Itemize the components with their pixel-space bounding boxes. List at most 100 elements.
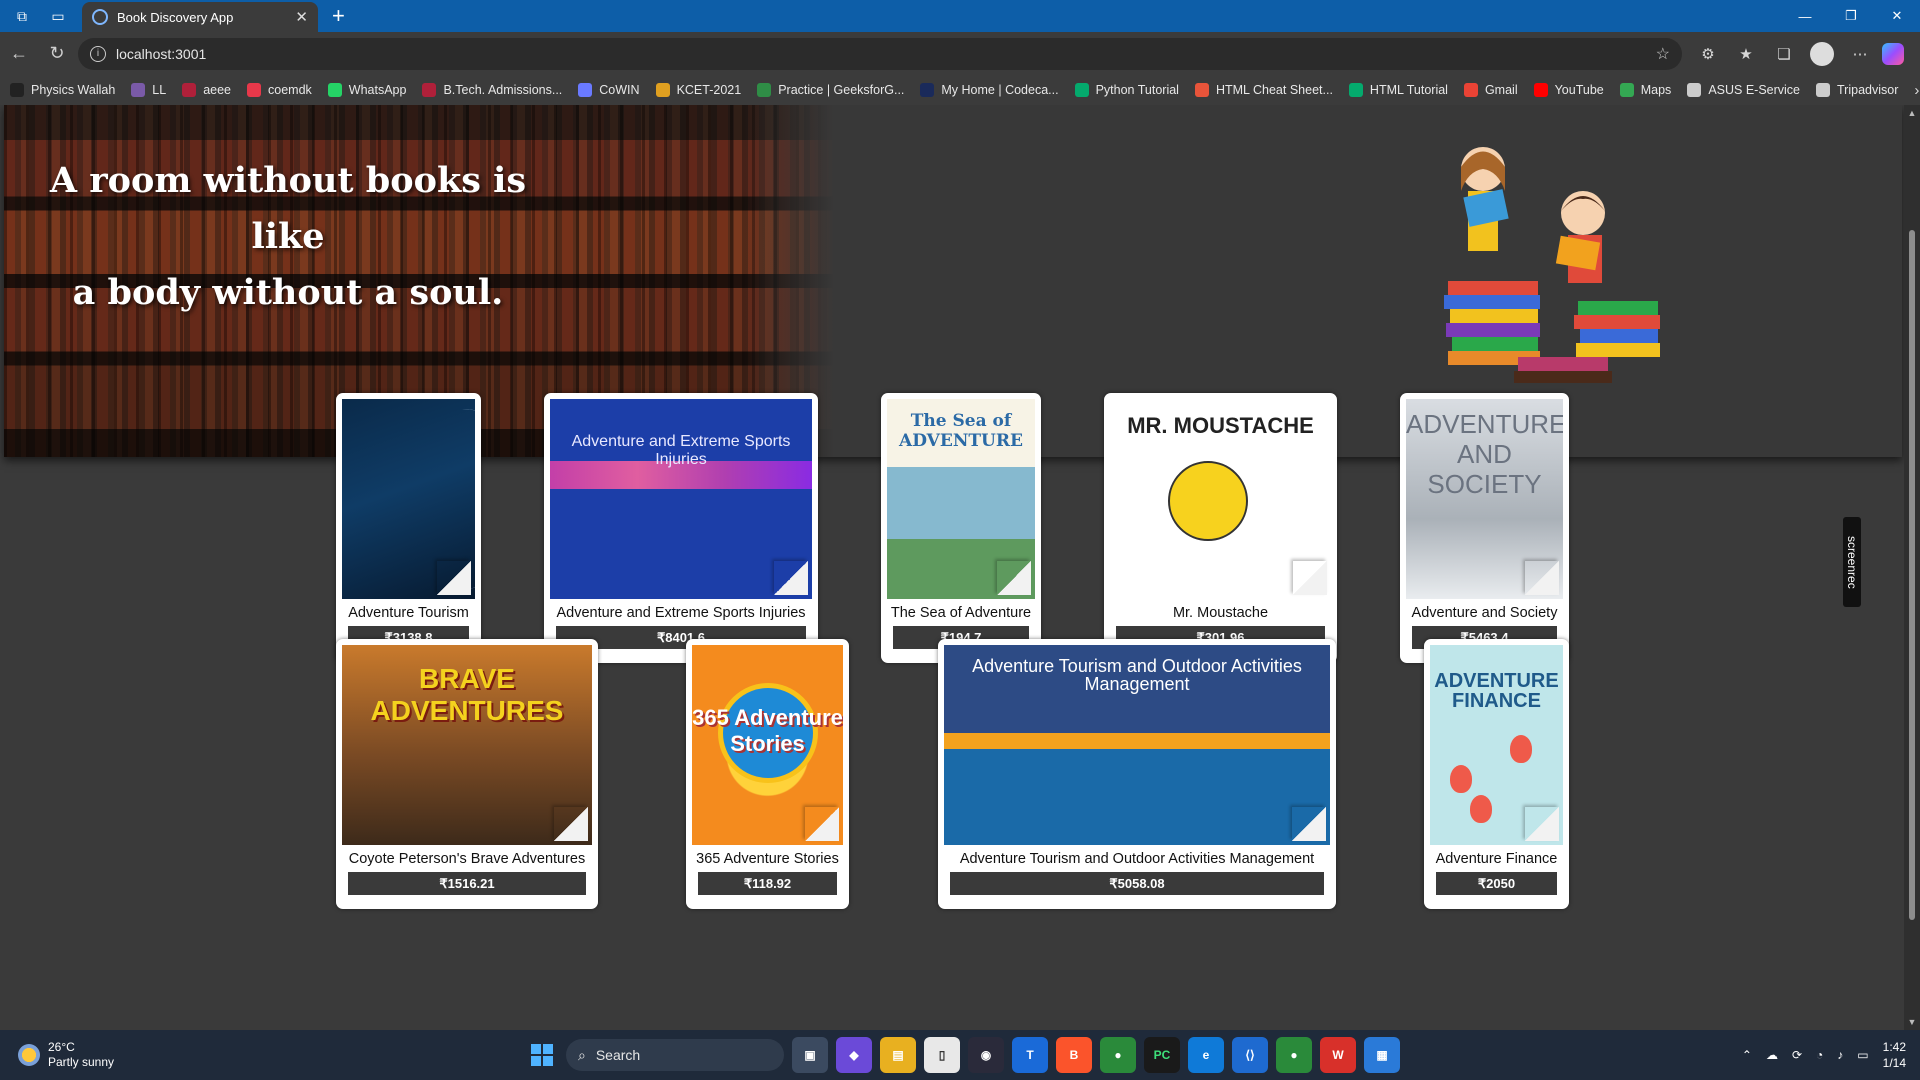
book-cover-image[interactable]: BRAVE ADVENTURES — [342, 645, 592, 845]
book-card[interactable]: ADVENTURE FINANCE Adventure Finance ₹2050 — [1424, 639, 1569, 909]
minimize-icon[interactable]: — — [1782, 0, 1828, 32]
tab-title: Book Discovery App — [117, 9, 234, 25]
bookmark-item[interactable]: Gmail — [1463, 83, 1518, 97]
clock-time: 1:42 — [1882, 1040, 1906, 1054]
favorite-star-icon[interactable]: ☆ — [1656, 44, 1670, 64]
profile-avatar-icon[interactable] — [1810, 41, 1834, 66]
bookmark-label: KCET-2021 — [676, 83, 742, 97]
bookmark-item[interactable]: My Home | Codeca... — [920, 83, 1059, 97]
chrome-profile-icon[interactable]: ● — [1276, 1037, 1312, 1073]
tab-book-discovery[interactable]: Book Discovery App ✕ — [82, 2, 318, 32]
clock[interactable]: 1:42 1/14 — [1883, 1039, 1906, 1071]
restore-icon[interactable]: ❐ — [1828, 0, 1874, 32]
book-cover-image[interactable]: MR. MOUSTACHE — [1110, 399, 1331, 599]
book-card[interactable]: Adventure Tourism and Outdoor Activities… — [938, 639, 1336, 909]
address-bar[interactable]: i localhost:3001 ☆ — [78, 37, 1682, 70]
bookmark-label: Maps — [1640, 83, 1672, 97]
copilot-app-icon[interactable]: ◆ — [836, 1037, 872, 1073]
bookmark-item[interactable]: KCET-2021 — [655, 83, 742, 97]
bookmark-item[interactable]: ASUS E-Service — [1687, 83, 1800, 97]
collections-icon[interactable]: ❏ — [1768, 38, 1800, 70]
book-card[interactable]: The Sea of ADVENTURE The Sea of Adventure… — [881, 393, 1041, 663]
bookmark-label: YouTube — [1554, 83, 1604, 97]
book-cover-image[interactable]: ADVENTURE FINANCE — [1430, 645, 1563, 845]
workspaces-icon[interactable]: ⧉ — [8, 2, 36, 30]
brave-icon[interactable]: B — [1056, 1037, 1092, 1073]
bookmark-item[interactable]: LL — [131, 83, 166, 97]
bookmark-item[interactable]: coemdk — [247, 83, 312, 97]
page-scrollbar[interactable]: ▲ ▼ — [1904, 105, 1920, 1030]
back-icon[interactable]: ← — [0, 37, 38, 71]
book-cover-image[interactable]: The Sea of ADVENTURE — [887, 399, 1035, 599]
wps-office-icon[interactable]: W — [1320, 1037, 1356, 1073]
new-tab-button[interactable]: + — [332, 3, 345, 29]
bookmark-favicon-icon — [1074, 83, 1089, 97]
bookmark-item[interactable]: Tripadvisor — [1816, 83, 1898, 97]
teams-icon[interactable]: T — [1012, 1037, 1048, 1073]
book-card[interactable]: ADVENTURE AND SOCIETY Adventure and Socie… — [1400, 393, 1569, 663]
windows-start-icon[interactable] — [526, 1039, 558, 1071]
url-text[interactable]: localhost:3001 — [116, 46, 1646, 62]
book-cover-image[interactable]: Adventure Tourism and Outdoor Activities… — [944, 645, 1330, 845]
more-options-icon[interactable]: ⋯ — [1844, 38, 1876, 70]
screenrec-overlay[interactable]: screenrec — [1843, 517, 1861, 607]
bookmark-item[interactable]: Python Tutorial — [1074, 83, 1179, 97]
book-card[interactable]: BRAVE ADVENTURES Coyote Peterson's Brave … — [336, 639, 598, 909]
onedrive-icon[interactable]: ☁ — [1766, 1048, 1778, 1062]
vscode-icon[interactable]: ⟨⟩ — [1232, 1037, 1268, 1073]
copilot-icon[interactable] — [1882, 42, 1904, 65]
book-cover-image[interactable]: 365 Adventure Stories — [692, 645, 843, 845]
book-card[interactable]: Adventure Tourism ₹3138.8 — [336, 393, 481, 663]
file-explorer-icon[interactable]: ▤ — [880, 1037, 916, 1073]
more-bookmarks-icon[interactable]: › — [1914, 82, 1919, 99]
scroll-down-icon[interactable]: ▼ — [1904, 1014, 1920, 1030]
bookmark-item[interactable]: WhatsApp — [327, 83, 406, 97]
book-card[interactable]: 365 Adventure Stories 365 Adventure Stori… — [686, 639, 849, 909]
sync-icon[interactable]: ⟳ — [1792, 1048, 1802, 1062]
book-title: Coyote Peterson's Brave Adventures — [348, 851, 586, 867]
bookmark-favicon-icon — [1194, 83, 1209, 97]
bookmark-label: CoWIN — [599, 83, 640, 97]
taskbar-search[interactable]: ⌕ Search — [566, 1039, 784, 1071]
bookmark-item[interactable]: Maps — [1619, 83, 1672, 97]
battery-icon[interactable]: ▭ — [1857, 1048, 1868, 1062]
site-info-icon[interactable]: i — [90, 45, 106, 62]
weather-widget[interactable]: 26°C Partly sunny — [18, 1040, 114, 1070]
close-tab-icon[interactable]: ✕ — [295, 8, 308, 26]
scrollbar-thumb[interactable] — [1909, 230, 1915, 920]
bookmark-item[interactable]: aeee — [182, 83, 231, 97]
book-card[interactable]: Adventure and Extreme Sports Injuries Adv… — [544, 393, 818, 663]
book-title: Adventure Tourism — [348, 605, 469, 621]
volume-icon[interactable]: ♪ — [1837, 1048, 1843, 1062]
edge-icon[interactable]: e — [1188, 1037, 1224, 1073]
chrome-icon[interactable]: ● — [1100, 1037, 1136, 1073]
tab-actions-icon[interactable]: ▭ — [44, 2, 72, 30]
refresh-icon[interactable]: ↻ — [38, 37, 76, 71]
extensions-icon[interactable]: ⚙ — [1692, 38, 1724, 70]
book-cover-image[interactable]: ADVENTURE AND SOCIETY — [1406, 399, 1563, 599]
bookmark-item[interactable]: Practice | GeeksforG... — [757, 83, 904, 97]
book-cover-image[interactable] — [342, 399, 475, 599]
favorites-icon[interactable]: ★ — [1730, 38, 1762, 70]
bookmark-item[interactable]: Physics Wallah — [10, 83, 115, 97]
app-icon[interactable]: ◉ — [968, 1037, 1004, 1073]
bookmark-item[interactable]: HTML Cheat Sheet... — [1194, 83, 1333, 97]
task-view-icon[interactable]: ▣ — [792, 1037, 828, 1073]
quote-line-2: a body without a soul. — [72, 272, 504, 313]
bookmark-item[interactable]: YouTube — [1533, 83, 1604, 97]
pycharm-icon[interactable]: PC — [1144, 1037, 1180, 1073]
bookmark-item[interactable]: CoWIN — [578, 83, 640, 97]
close-window-icon[interactable]: ✕ — [1874, 0, 1920, 32]
cover-title-text: MR. MOUSTACHE — [1127, 413, 1314, 438]
notepad-icon[interactable]: ▯ — [924, 1037, 960, 1073]
clock-date: 1/14 — [1882, 1056, 1906, 1070]
bookmark-item[interactable]: HTML Tutorial — [1348, 83, 1448, 97]
notes-app-icon[interactable]: ▦ — [1364, 1037, 1400, 1073]
bookmark-item[interactable]: B.Tech. Admissions... — [422, 83, 562, 97]
wifi-icon[interactable]: ◔ — [1816, 1048, 1823, 1062]
show-hidden-icons-icon[interactable]: ⌃ — [1742, 1048, 1752, 1062]
bookmark-favicon-icon — [247, 83, 262, 97]
scroll-up-icon[interactable]: ▲ — [1904, 105, 1920, 121]
book-cover-image[interactable]: Adventure and Extreme Sports Injuries — [550, 399, 812, 599]
book-card[interactable]: MR. MOUSTACHE Mr. Moustache ₹301.96 — [1104, 393, 1337, 663]
